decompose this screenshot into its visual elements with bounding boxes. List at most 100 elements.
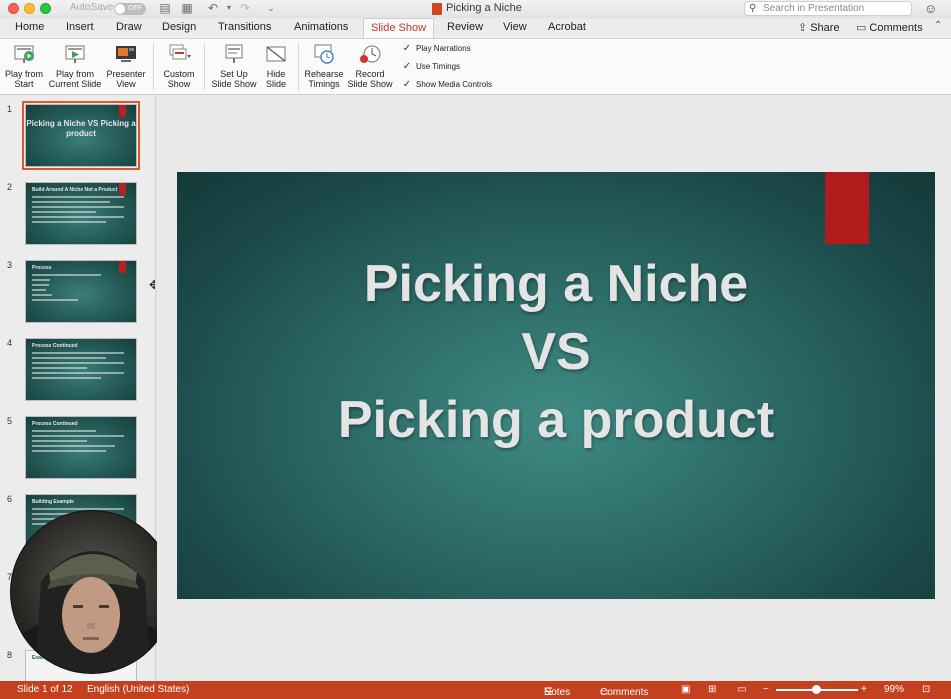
slide-title-line-2: VS — [521, 323, 591, 381]
save-icon[interactable]: ▦ — [180, 1, 194, 15]
slide-thumbnail-4[interactable]: Process Continued — [25, 338, 137, 401]
share-label: Share — [810, 22, 840, 34]
rehearse-timings-icon — [314, 44, 334, 64]
thumbnail-title: Process Continued — [32, 343, 78, 349]
zoom-window-button[interactable] — [40, 3, 51, 14]
search-input[interactable]: ⚲ Search in Presentation — [744, 1, 912, 16]
slide-title-line-3: Picking a product — [337, 391, 775, 449]
ribbon-separator — [153, 43, 154, 91]
ribbon-slide-show: Play from Start Play from Current Slide … — [0, 38, 951, 95]
thumbnail-body-lines — [32, 352, 124, 382]
close-window-button[interactable] — [8, 3, 19, 14]
play-from-current-icon — [65, 45, 85, 63]
share-button[interactable]: ⇪ Share — [798, 21, 840, 34]
ribbon-separator — [204, 43, 205, 91]
use-timings-checkbox[interactable]: ✓ Use Timings — [402, 61, 460, 72]
slide-thumbnail-2[interactable]: Build Around A Niche Not a Product — [25, 182, 137, 245]
collapse-ribbon-icon[interactable]: ⌃ — [934, 20, 942, 31]
thumbnail-accent-bar — [119, 261, 126, 273]
thumbnail-body-lines — [32, 430, 124, 455]
status-comments-label: Comments — [600, 687, 649, 698]
slide-thumbnail-1[interactable]: Picking a Niche VS Picking a product — [22, 101, 140, 170]
set-up-slide-show-icon — [225, 44, 243, 63]
tab-transitions[interactable]: Transitions — [218, 21, 271, 33]
record-slide-show-line2: Slide Show — [347, 79, 393, 89]
record-slide-show-line1: Record — [355, 69, 385, 79]
use-timings-label: Use Timings — [416, 62, 461, 71]
slide-thumbnail-3[interactable]: Process — [25, 260, 137, 323]
tab-acrobat[interactable]: Acrobat — [548, 21, 586, 33]
tab-home[interactable]: Home — [15, 21, 44, 33]
autosave-label: AutoSave — [70, 2, 114, 13]
customize-toolbar-icon[interactable]: ⌄ — [264, 1, 278, 15]
rehearse-timings-line2: Timings — [308, 79, 340, 89]
play-narrations-label: Play Narrations — [416, 44, 471, 53]
slide-thumbnail-5[interactable]: Process Continued — [25, 416, 137, 479]
play-from-current-slide-button[interactable]: Play from Current Slide — [47, 43, 103, 89]
tab-insert[interactable]: Insert — [66, 21, 94, 33]
powerpoint-window: AutoSave OFF ▤ ▦ ↶ ▾ ↷ ⌄ Picking a Niche… — [0, 0, 951, 699]
tab-animations[interactable]: Animations — [294, 21, 348, 33]
presenter-view-line2: View — [116, 79, 136, 89]
slide-title[interactable]: Picking a Niche VS Picking a product — [177, 250, 935, 454]
tab-slide-show[interactable]: Slide Show — [363, 18, 435, 38]
thumbnail-title: Process — [32, 265, 52, 271]
fit-to-window-icon[interactable]: ⊡ — [922, 684, 930, 695]
status-bar: Slide 1 of 12 English (United States) ☰ … — [0, 681, 951, 699]
record-slide-show-icon — [360, 45, 381, 63]
zoom-in-icon[interactable]: + — [861, 684, 867, 695]
redo-icon[interactable]: ↷ — [238, 1, 252, 15]
tab-design[interactable]: Design — [162, 21, 196, 33]
record-slide-show-button[interactable]: Record Slide Show — [347, 43, 393, 89]
slide-sorter-icon[interactable]: ⊞ — [708, 684, 716, 695]
zoom-level[interactable]: 99% — [884, 684, 904, 695]
play-from-start-icon — [14, 45, 34, 63]
document-title-area: Picking a Niche — [432, 2, 522, 16]
presenter-view-button[interactable]: Presenter View — [106, 43, 146, 89]
tab-view[interactable]: View — [503, 21, 527, 33]
current-slide[interactable]: Picking a Niche VS Picking a product — [177, 172, 935, 599]
ribbon-separator — [298, 43, 299, 91]
custom-show-line1: Custom — [163, 69, 195, 79]
rehearse-timings-button[interactable]: Rehearse Timings — [304, 43, 344, 89]
play-from-current-line1: Play from — [55, 69, 94, 79]
title-bar: AutoSave OFF ▤ ▦ ↶ ▾ ↷ ⌄ Picking a Niche… — [0, 0, 951, 18]
play-narrations-checkbox[interactable]: ✓ Play Narrations — [402, 43, 471, 54]
file-icon[interactable]: ▤ — [158, 1, 172, 15]
slide-title-line-1: Picking a Niche — [363, 255, 749, 313]
custom-show-icon — [169, 44, 191, 60]
undo-icon[interactable]: ↶ — [206, 1, 220, 15]
language-indicator[interactable]: English (United States) — [87, 684, 189, 695]
play-from-start-button[interactable]: Play from Start — [5, 43, 43, 89]
hide-slide-line1: Hide — [266, 69, 286, 79]
presenter-webcam-image — [11, 551, 173, 673]
undo-dropdown-icon[interactable]: ▾ — [222, 1, 236, 15]
thumbnail-number: 4 — [7, 338, 13, 348]
thumbnail-number: 5 — [7, 416, 13, 426]
thumbnail-title: Building Example — [32, 499, 74, 505]
minimize-window-button[interactable] — [24, 3, 35, 14]
custom-show-button[interactable]: Custom Show — [160, 43, 198, 89]
resize-cursor-icon: ✥ — [149, 278, 155, 292]
show-media-controls-label: Show Media Controls — [416, 80, 493, 89]
thumbnail-title: Process Continued — [32, 421, 78, 427]
autosave-toggle[interactable]: OFF — [114, 3, 146, 15]
comments-button[interactable]: ▭ Comments — [856, 21, 923, 34]
tab-draw[interactable]: Draw — [116, 21, 142, 33]
thumbnail-number: 3 — [7, 260, 13, 270]
zoom-slider-knob[interactable] — [812, 685, 821, 694]
document-title: Picking a Niche — [446, 2, 522, 14]
search-placeholder: Search in Presentation — [763, 3, 865, 14]
tab-review[interactable]: Review — [447, 21, 483, 33]
play-from-start-line1: Play from — [5, 69, 44, 79]
hide-slide-button[interactable]: Hide Slide — [262, 43, 290, 89]
show-media-controls-checkbox[interactable]: ✓ Show Media Controls — [402, 79, 492, 90]
webcam-overlay — [10, 510, 174, 674]
zoom-out-icon[interactable]: − — [763, 684, 769, 695]
feedback-smiley-icon[interactable]: ☺ — [924, 1, 937, 16]
comment-icon: ▭ — [856, 22, 867, 34]
normal-view-icon[interactable]: ▣ — [681, 684, 690, 695]
set-up-slide-show-button[interactable]: Set Up Slide Show — [210, 43, 258, 89]
reading-view-icon[interactable]: ▭ — [737, 684, 746, 695]
thumbnail-number: 1 — [7, 104, 13, 114]
